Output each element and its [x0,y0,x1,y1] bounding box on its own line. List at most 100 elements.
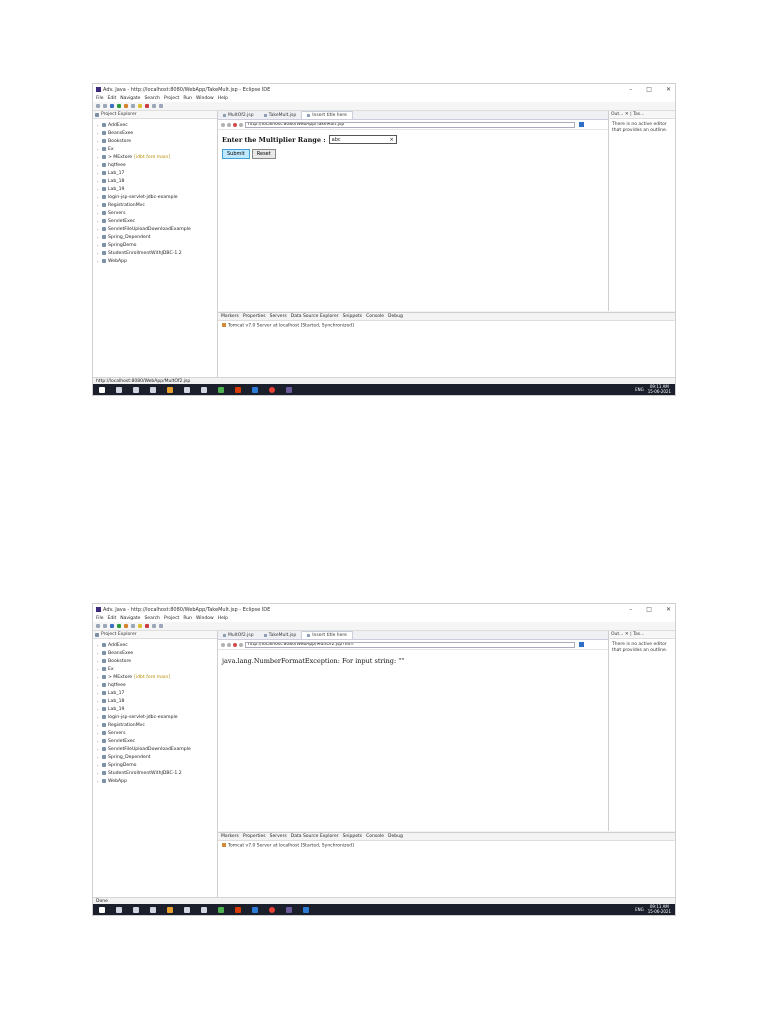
menu-file[interactable]: File [96,96,104,101]
menu-window[interactable]: Window [196,616,214,621]
tree-item[interactable]: › RegistrationMvc [97,201,217,209]
submit-button[interactable]: Submit [222,149,250,159]
windows-start-icon[interactable] [99,906,105,913]
tree-item[interactable]: › RegistrationMvc [97,721,217,729]
file-explorer-icon[interactable] [167,386,173,393]
xbox-icon[interactable] [218,386,224,393]
range-input[interactable]: abc × [328,135,397,144]
menu-search[interactable]: Search [144,616,159,621]
tree-item[interactable]: › AddExec [97,641,217,649]
menu-project[interactable]: Project [164,616,179,621]
tab-properties[interactable]: Properties [243,314,266,319]
tree-item[interactable]: › Lab_18 [97,177,217,185]
tree-item[interactable]: › Spring_Dependent [97,753,217,761]
clear-icon[interactable]: × [389,137,393,143]
back-icon[interactable] [152,624,156,628]
ide-icon[interactable] [201,386,207,393]
menu-search[interactable]: Search [144,96,159,101]
tab-markers[interactable]: Markers [221,834,239,839]
tab-insert-title[interactable]: Insert title here [301,111,353,119]
debug-icon[interactable] [110,104,114,108]
search-icon[interactable] [116,386,122,393]
search-icon[interactable] [116,906,122,913]
stop-icon[interactable] [145,624,149,628]
menu-run[interactable]: Run [183,616,192,621]
save-icon[interactable] [103,624,107,628]
tree-item[interactable]: › SpringDemo [97,241,217,249]
refresh-icon[interactable] [239,122,243,127]
back-icon[interactable] [221,642,225,647]
cortana-icon[interactable] [133,906,139,913]
tree-item[interactable]: › BeansExee [97,129,217,137]
mail-icon[interactable] [252,906,258,913]
word-icon[interactable] [303,906,309,913]
open-type-icon[interactable] [138,624,142,628]
tree-item[interactable]: › AddExec [97,121,217,129]
menu-window[interactable]: Window [196,96,214,101]
task-view-icon[interactable] [150,386,156,393]
windows-start-icon[interactable] [99,386,105,393]
menu-run[interactable]: Run [183,96,192,101]
tab-data-source-explorer[interactable]: Data Source Explorer [291,834,339,839]
tab-multof2[interactable]: MultOf2.jsp [218,112,259,119]
minimize-button[interactable]: – [629,86,632,93]
tab-properties[interactable]: Properties [243,834,266,839]
close-button[interactable]: ✕ [666,606,671,613]
forward-icon[interactable] [159,624,163,628]
tab-console[interactable]: Console [366,834,384,839]
tree-item[interactable]: › login-jsp-servlet-jdbc-example [97,193,217,201]
clock[interactable]: 09:11 AM 15-06-2021 [648,904,671,914]
tab-multof2[interactable]: MultOf2.jsp [218,632,259,639]
mail-icon[interactable] [252,386,258,393]
debug-icon[interactable] [110,624,114,628]
forward-icon[interactable] [227,642,231,647]
save-icon[interactable] [103,104,107,108]
url-input[interactable] [245,641,575,648]
tab-markers[interactable]: Markers [221,314,239,319]
tree-item[interactable]: › hqtfeee [97,161,217,169]
close-button[interactable]: ✕ [666,86,671,93]
tab-takemult[interactable]: TakeMult.jsp [259,112,302,119]
menu-help[interactable]: Help [218,96,228,101]
tab-debug[interactable]: Debug [388,314,403,319]
tree-item[interactable]: › Lab_17 [97,689,217,697]
tree-item[interactable]: › SpringDemo [97,761,217,769]
eclipse-icon[interactable] [286,386,292,393]
task-view-icon[interactable] [150,906,156,913]
office-icon[interactable] [235,386,241,393]
tree-item[interactable]: › Ex [97,665,217,673]
run-icon[interactable] [117,624,121,628]
tree-item[interactable]: › StudentEnrollmentWithJDBC-1.2 [97,769,217,777]
tree-item[interactable]: › Ex [97,145,217,153]
tree-item[interactable]: › Servers [97,729,217,737]
tree-item[interactable]: › WebApp [97,777,217,785]
chrome-icon[interactable] [269,386,275,393]
menu-edit[interactable]: Edit [108,96,117,101]
tree-item[interactable]: › ServletFileUploadDownloadExample [97,745,217,753]
stop-icon[interactable] [233,642,237,647]
back-icon[interactable] [221,122,225,127]
tree-item[interactable]: › > MExtore [idbt.fore main] [97,673,217,681]
language-indicator[interactable]: ENG [635,387,644,392]
menu-help[interactable]: Help [218,616,228,621]
xbox-icon[interactable] [218,906,224,913]
tree-item[interactable]: › login-jsp-servlet-jdbc-example [97,713,217,721]
run-icon[interactable] [117,104,121,108]
ide-icon[interactable] [201,906,207,913]
menu-edit[interactable]: Edit [108,616,117,621]
tree-item[interactable]: › > MExtore [idbt.fore main] [97,153,217,161]
url-input[interactable] [245,121,575,128]
tab-debug[interactable]: Debug [388,834,403,839]
minimize-button[interactable]: – [629,606,632,613]
tree-item[interactable]: › Lab_18 [97,697,217,705]
stop-icon[interactable] [233,122,237,127]
menu-navigate[interactable]: Navigate [120,96,140,101]
search-icon[interactable] [131,624,135,628]
tab-snippets[interactable]: Snippets [343,834,363,839]
tab-insert-title[interactable]: Insert title here [301,631,353,639]
tree-item[interactable]: › ServletFileUploadDownloadExample [97,225,217,233]
tab-servers[interactable]: Servers [270,834,287,839]
maximize-button[interactable]: □ [646,606,652,613]
store-icon[interactable] [184,386,190,393]
tab-data-source-explorer[interactable]: Data Source Explorer [291,314,339,319]
